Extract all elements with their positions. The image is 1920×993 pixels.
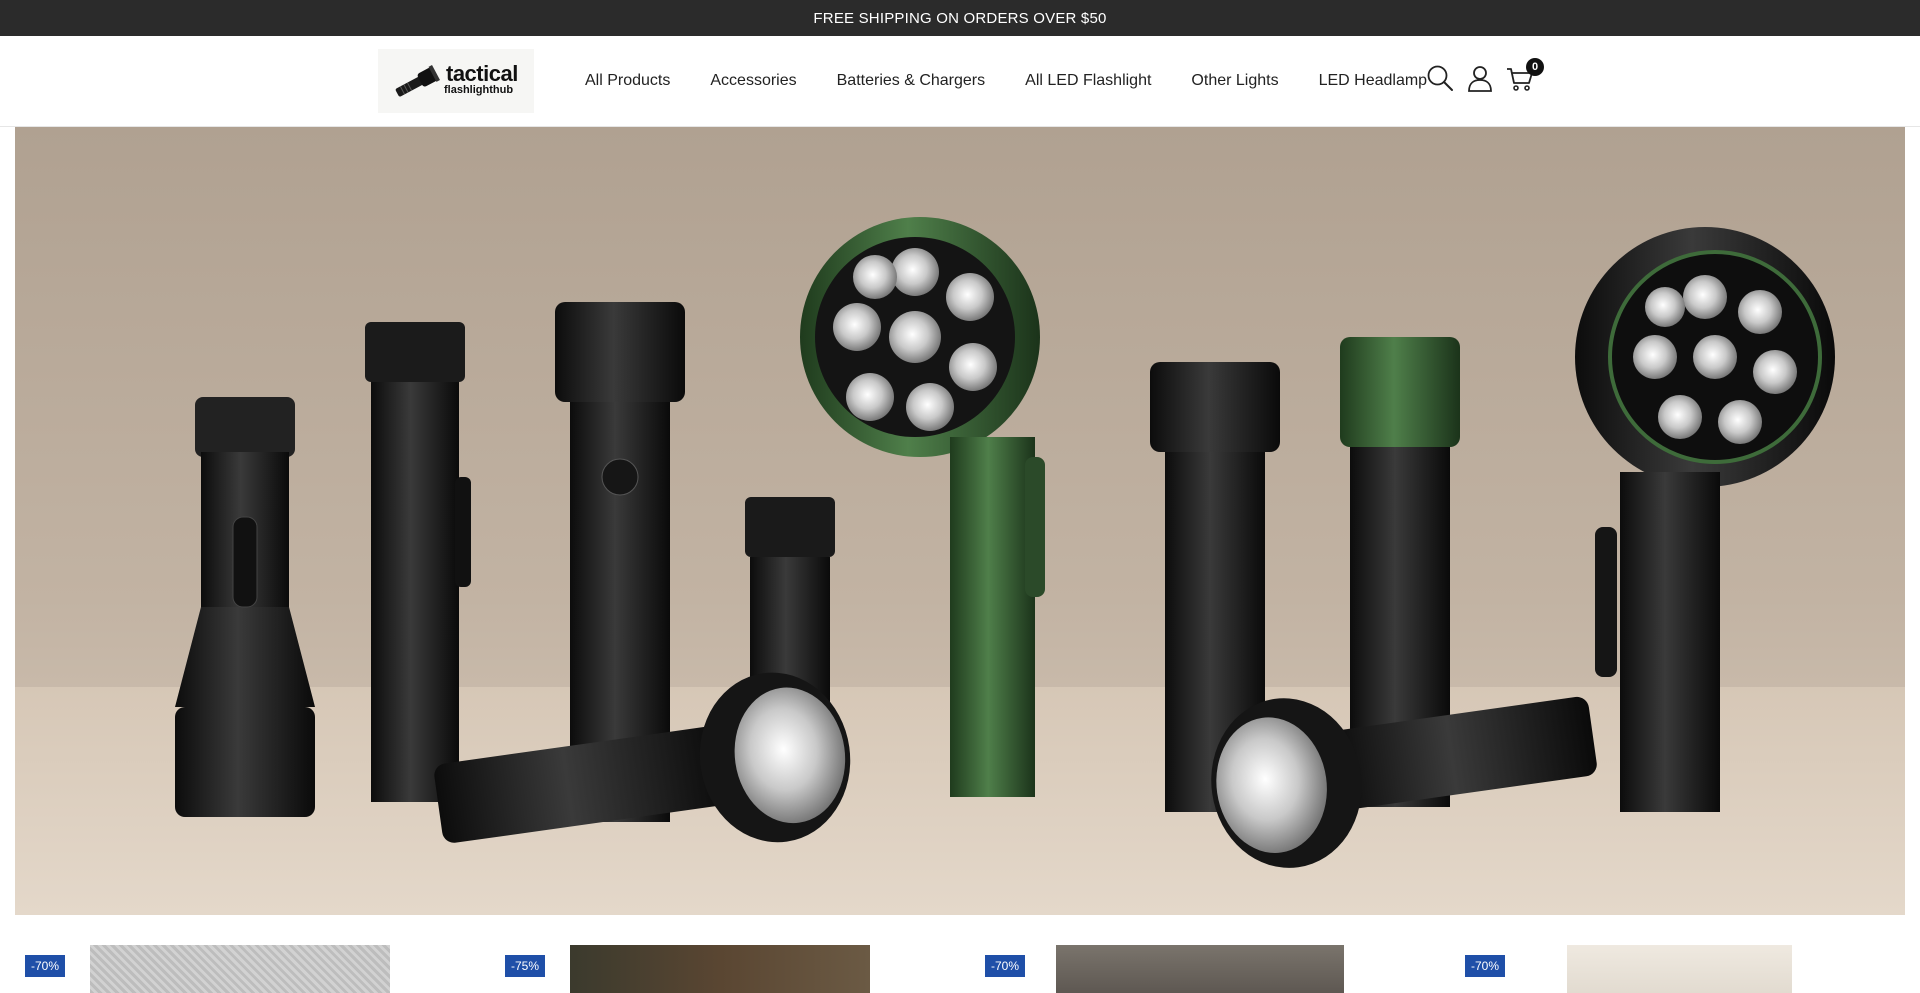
announcement-bar: FREE SHIPPING ON ORDERS OVER $50 (0, 0, 1920, 36)
product-card[interactable]: -75% (480, 915, 960, 993)
flashlight-collection-image (15, 127, 1905, 915)
discount-badge: -70% (1465, 955, 1506, 977)
flashlight-logo-icon (395, 65, 441, 97)
product-image[interactable] (1056, 945, 1344, 993)
site-logo[interactable]: tactical flashlighthub (378, 49, 534, 113)
user-icon[interactable] (1466, 64, 1494, 92)
product-image[interactable] (1567, 945, 1792, 993)
header-actions: 0 (1426, 58, 1546, 92)
nav-item-batteries-chargers[interactable]: Batteries & Chargers (837, 72, 986, 90)
search-icon[interactable] (1426, 64, 1454, 92)
product-image[interactable] (570, 945, 870, 993)
site-header: tactical flashlighthub All Products Acce… (0, 36, 1920, 127)
cart-icon[interactable]: 0 (1506, 58, 1544, 92)
product-image[interactable] (90, 945, 390, 993)
main-navigation: All Products Accessories Batteries & Cha… (585, 36, 1427, 126)
logo-text-secondary: flashlighthub (444, 84, 514, 96)
hero-banner[interactable] (15, 127, 1905, 915)
nav-item-all-led-flashlight[interactable]: All LED Flashlight (1025, 72, 1151, 90)
discount-badge: -70% (25, 955, 66, 977)
discount-badge: -70% (985, 955, 1026, 977)
announcement-text: FREE SHIPPING ON ORDERS OVER $50 (813, 9, 1107, 27)
product-grid: -70% -75% -70% -70% (0, 915, 1920, 993)
nav-item-all-products[interactable]: All Products (585, 72, 670, 90)
nav-item-led-headlamp[interactable]: LED Headlamp (1319, 72, 1428, 90)
nav-item-accessories[interactable]: Accessories (710, 72, 796, 90)
product-card[interactable]: -70% (0, 915, 480, 993)
product-card[interactable]: -70% (1440, 915, 1920, 993)
cart-count-badge: 0 (1526, 58, 1544, 76)
nav-item-other-lights[interactable]: Other Lights (1191, 72, 1278, 90)
product-card[interactable]: -70% (960, 915, 1440, 993)
discount-badge: -75% (505, 955, 546, 977)
